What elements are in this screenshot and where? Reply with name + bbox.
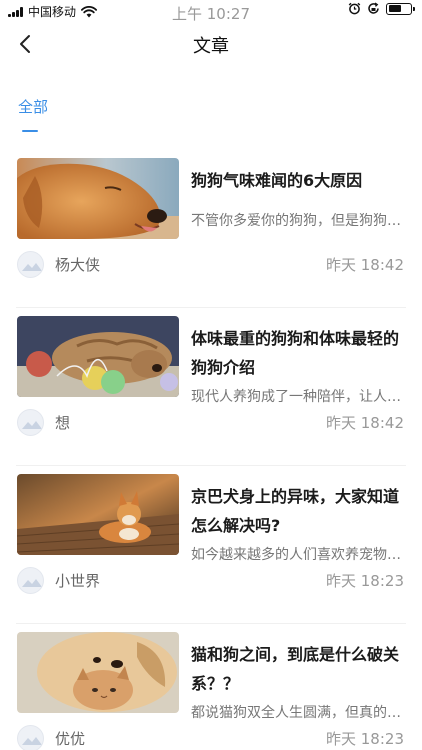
article-thumbnail	[17, 316, 179, 397]
author-avatar	[17, 409, 44, 436]
article-card[interactable]: 体味最重的狗狗和体味最轻的狗狗介绍 现代人养狗成了一种陪伴，让人们感到快乐 想 …	[0, 308, 422, 466]
author-name: 小世界	[55, 572, 101, 590]
author-name: 优优	[55, 730, 86, 748]
nav-bar: 文章	[0, 22, 422, 66]
publish-time: 昨天 18:23	[326, 730, 404, 748]
battery-icon	[386, 2, 415, 15]
article-summary: 不管你多爱你的狗狗，但是狗狗身上的气味	[191, 213, 406, 229]
status-right	[348, 2, 415, 15]
article-summary: 现代人养狗成了一种陪伴，让人们感到快乐	[191, 389, 406, 405]
page-title: 文章	[193, 36, 229, 57]
golden-retriever-photo	[17, 158, 179, 239]
article-card[interactable]: 狗狗气味难闻的6大原因 不管你多爱你的狗狗，但是狗狗身上的气味 杨大侠 昨天 1…	[0, 150, 422, 308]
article-title: 京巴犬身上的异味，大家知道怎么解决吗?	[191, 487, 400, 535]
article-card[interactable]: 猫和狗之间，到底是什么破关系？？ 都说猫狗双全人生圆满，但真的是这样吗 优优 昨…	[0, 624, 422, 750]
tab-all[interactable]: 全部	[18, 96, 48, 132]
article-summary: 都说猫狗双全人生圆满，但真的是这样吗	[191, 705, 406, 721]
corgi-on-wooden-deck-photo	[17, 474, 179, 555]
rotation-lock-icon	[368, 2, 379, 14]
author-name: 杨大侠	[55, 256, 101, 274]
category-tabs: 全部	[18, 96, 48, 132]
shar-pei-with-balloons-photo	[17, 316, 179, 397]
author-avatar	[17, 725, 44, 750]
status-bar: 中国移动 上午 10:27	[0, 0, 422, 23]
publish-time: 昨天 18:23	[326, 572, 404, 590]
publish-time: 昨天 18:42	[326, 414, 404, 432]
article-thumbnail	[17, 158, 179, 239]
alarm-icon	[348, 2, 361, 15]
battery-level	[388, 5, 401, 12]
author-name: 想	[55, 414, 71, 432]
author-avatar	[17, 251, 44, 278]
tab-all-label: 全部	[18, 98, 49, 116]
article-thumbnail	[17, 474, 179, 555]
tab-active-indicator	[22, 130, 38, 132]
publish-time: 昨天 18:42	[326, 256, 404, 274]
article-list: 狗狗气味难闻的6大原因 不管你多爱你的狗狗，但是狗狗身上的气味 杨大侠 昨天 1…	[0, 150, 422, 750]
puppy-and-kitten-photo	[17, 632, 179, 713]
article-title: 狗狗气味难闻的6大原因	[191, 171, 363, 190]
article-thumbnail	[17, 632, 179, 713]
article-card[interactable]: 京巴犬身上的异味，大家知道怎么解决吗? 如今越来越多的人们喜欢养宠物狗狗了 小世…	[0, 466, 422, 624]
article-title: 体味最重的狗狗和体味最轻的狗狗介绍	[191, 329, 400, 377]
article-title: 猫和狗之间，到底是什么破关系？？	[191, 645, 400, 693]
article-summary: 如今越来越多的人们喜欢养宠物狗狗了	[191, 547, 406, 563]
author-avatar	[17, 567, 44, 594]
